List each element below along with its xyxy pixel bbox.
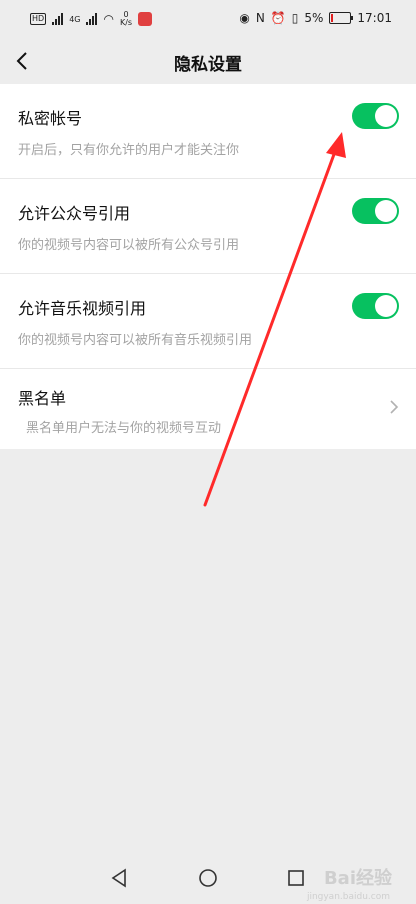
setting-label: 私密帐号 (18, 109, 83, 128)
status-left: HD 4G ◠ 0 K/s (30, 10, 153, 27)
setting-music-video-quote: 允许音乐视频引用 你的视频号内容可以被所有音乐视频引用 (0, 274, 416, 369)
page-title: 隐私设置 (174, 55, 242, 75)
blacklist-description: 黑名单用户无法与你的视频号互动 (26, 421, 222, 436)
music-video-quote-toggle[interactable] (352, 293, 399, 319)
chevron-right-icon (390, 400, 399, 414)
vibrate-icon: ▯ (291, 11, 299, 25)
alarm-icon: ⏰ (270, 11, 286, 25)
blacklist-label: 黑名单 (18, 389, 67, 408)
status-right: ◉ N ⏰ ▯ 5% 17:01 (239, 11, 392, 25)
top-bar: 隐私设置 (0, 38, 416, 84)
official-account-quote-toggle[interactable] (352, 198, 399, 224)
nav-home-icon[interactable] (197, 867, 219, 889)
watermark-url: jingyan.baidu.com (306, 892, 390, 902)
eye-icon: ◉ (239, 11, 250, 25)
status-bar: HD 4G ◠ 0 K/s ◉ N ⏰ ▯ 5% 17:01 (0, 0, 416, 38)
toggle-knob (375, 105, 397, 127)
hd-icon: HD (30, 13, 47, 25)
net-speed: 0 K/s (119, 10, 133, 27)
signal-icon-2 (86, 13, 98, 25)
setting-description: 你的视频号内容可以被所有音乐视频引用 (18, 333, 253, 348)
setting-official-account-quote: 允许公众号引用 你的视频号内容可以被所有公众号引用 (0, 179, 416, 274)
setting-label: 允许公众号引用 (18, 204, 131, 223)
toggle-knob (375, 295, 397, 317)
setting-description: 开启后，只有你允许的用户才能关注你 (18, 143, 240, 158)
watermark-logo: Bai经验 (323, 868, 392, 889)
setting-description: 你的视频号内容可以被所有公众号引用 (18, 238, 240, 253)
clock: 17:01 (357, 11, 392, 25)
toggle-knob (375, 200, 397, 222)
nav-recents-icon[interactable] (285, 867, 307, 889)
battery-percent: 5% (304, 11, 324, 25)
battery-icon (329, 12, 354, 24)
system-nav-bar: Bai经验 jingyan.baidu.com (0, 854, 416, 904)
network-type: 4G (69, 14, 81, 24)
setting-label: 允许音乐视频引用 (18, 299, 147, 318)
settings-list: 私密帐号 开启后，只有你允许的用户才能关注你 允许公众号引用 你的视频号内容可以… (0, 84, 416, 449)
nav-back-icon[interactable] (108, 867, 130, 889)
app-notification-icon (138, 12, 153, 26)
nfc-icon: N (255, 11, 265, 25)
signal-icon (52, 13, 64, 25)
wifi-icon: ◠ (103, 12, 114, 26)
setting-private-account: 私密帐号 开启后，只有你允许的用户才能关注你 (0, 84, 416, 179)
private-account-toggle[interactable] (352, 103, 399, 129)
blacklist-row[interactable]: 黑名单 黑名单用户无法与你的视频号互动 (0, 369, 416, 449)
